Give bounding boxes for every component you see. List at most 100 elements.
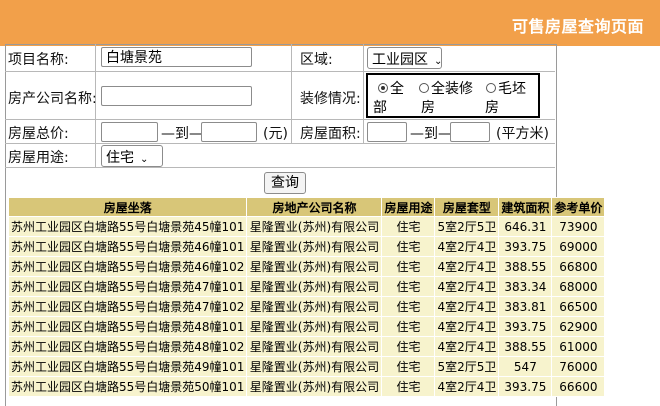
cell-layout: 4室2厅4卫 [434,276,500,297]
usage-select[interactable]: 住宅 ⌄ [101,145,163,167]
cell-usage: 住宅 [381,256,436,277]
column-header-usage[interactable]: 房屋用途 [381,197,436,217]
cell-layout: 4室2厅4卫 [434,256,500,277]
cell-layout: 4室2厅4卫 [434,376,500,397]
column-header-developer[interactable]: 房地产公司名称 [246,197,383,217]
cell-layout: 4室2厅4卫 [434,336,500,357]
decoration-radio-group: 全 部 全装修 房 毛坯 房 [366,73,540,118]
cell-area: 388.55 [498,256,553,277]
cell-location[interactable]: 苏州工业园区白塘路55号白塘景苑46幢102 [7,256,248,277]
table-row[interactable]: 苏州工业园区白塘路55号白塘景苑47幢101 星隆置业(苏州)有限公司 住宅 4室2厅… [7,276,606,297]
project-name-input[interactable] [101,47,252,67]
developer-label: 房产公司名称: [8,91,97,107]
cell-usage: 住宅 [381,236,436,257]
decoration-option-furnished-wrap: 房 [421,100,435,116]
column-header-location[interactable]: 房屋坐落 [7,197,248,217]
cell-layout: 4室2厅4卫 [434,236,500,257]
cell-location[interactable]: 苏州工业园区白塘路55号白塘景苑45幢101 [7,216,248,237]
cell-price: 68000 [551,276,606,297]
cell-layout: 5室2厅5卫 [434,356,500,377]
cell-area: 393.75 [498,236,553,257]
cell-developer: 星隆置业(苏州)有限公司 [246,256,383,277]
table-row[interactable]: 苏州工业园区白塘路55号白塘景苑46幢102 星隆置业(苏州)有限公司 住宅 4室2厅… [7,256,606,277]
table-row[interactable]: 苏州工业园区白塘路55号白塘景苑48幢102 星隆置业(苏州)有限公司 住宅 4室2厅… [7,336,606,357]
table-row[interactable]: 苏州工业园区白塘路55号白塘景苑47幢102 星隆置业(苏州)有限公司 住宅 4室2厅… [7,296,606,317]
cell-developer: 星隆置业(苏州)有限公司 [246,336,383,357]
radio-icon [486,83,496,93]
decoration-label: 装修情况: [300,91,361,107]
district-select[interactable]: 工业园区 ⌄ [367,47,442,69]
cell-location[interactable]: 苏州工业园区白塘路55号白塘景苑46幢101 [7,236,248,257]
form-row-1 [5,44,555,72]
table-header-row: 房屋坐落 房地产公司名称 房屋用途 房屋套型 建筑面积 参考单价 [7,197,606,217]
cell-layout: 5室2厅5卫 [434,216,500,237]
cell-developer: 星隆置业(苏州)有限公司 [246,236,383,257]
cell-usage: 住宅 [381,276,436,297]
cell-area: 393.75 [498,376,553,397]
chevron-down-icon: ⌄ [434,56,443,67]
cell-layout: 4室2厅4卫 [434,316,500,337]
cell-usage: 住宅 [381,356,436,377]
table-row[interactable]: 苏州工业园区白塘路55号白塘景苑49幢101 星隆置业(苏州)有限公司 住宅 5室2厅… [7,356,606,377]
usage-label: 房屋用途: [8,150,69,166]
cell-area: 383.34 [498,276,553,297]
page-title: 可售房屋查询页面 [511,17,644,36]
price-min-input[interactable] [101,122,158,142]
area-unit: (平方米) [496,126,549,142]
cell-location[interactable]: 苏州工业园区白塘路55号白塘景苑47幢101 [7,276,248,297]
cell-location[interactable]: 苏州工业园区白塘路55号白塘景苑48幢101 [7,316,248,337]
decoration-option-all-wrap: 部 [373,100,387,116]
price-label: 房屋总价: [8,126,69,142]
radio-selected-icon [378,83,388,93]
cell-location[interactable]: 苏州工业园区白塘路55号白塘景苑49幢101 [7,356,248,377]
cell-usage: 住宅 [381,296,436,317]
project-name-label: 项目名称: [8,52,69,68]
cell-usage: 住宅 [381,376,436,397]
table-row[interactable]: 苏州工业园区白塘路55号白塘景苑46幢101 星隆置业(苏州)有限公司 住宅 4室2厅… [7,236,606,257]
column-header-area[interactable]: 建筑面积 [498,197,553,217]
decoration-option-furnished[interactable]: 全装修 [419,78,473,98]
cell-area: 646.31 [498,216,553,237]
decoration-option-rough[interactable]: 毛坯 [486,78,526,98]
cell-price: 62900 [551,316,606,337]
cell-usage: 住宅 [381,316,436,337]
price-max-input[interactable] [201,122,257,142]
cell-developer: 星隆置业(苏州)有限公司 [246,376,383,397]
cell-price: 66800 [551,256,606,277]
area-max-input[interactable] [450,122,490,142]
column-header-layout[interactable]: 房屋套型 [434,197,500,217]
cell-location[interactable]: 苏州工业园区白塘路55号白塘景苑47幢102 [7,296,248,317]
header-bar: 可售房屋查询页面 [0,0,660,46]
district-label: 区域: [300,52,333,68]
cell-location[interactable]: 苏州工业园区白塘路55号白塘景苑48幢102 [7,336,248,357]
cell-area: 547 [498,356,553,377]
cell-price: 73900 [551,216,606,237]
search-button[interactable]: 查询 [264,172,306,194]
table-row[interactable]: 苏州工业园区白塘路55号白塘景苑48幢101 星隆置业(苏州)有限公司 住宅 4室2厅… [7,316,606,337]
price-unit: (元) [263,126,288,142]
developer-input[interactable] [101,86,252,106]
cell-developer: 星隆置业(苏州)有限公司 [246,216,383,237]
cell-price: 69000 [551,236,606,257]
radio-icon [419,83,429,93]
cell-location[interactable]: 苏州工业园区白塘路55号白塘景苑50幢101 [7,376,248,397]
cell-price: 76000 [551,356,606,377]
cell-developer: 星隆置业(苏州)有限公司 [246,276,383,297]
table-row[interactable]: 苏州工业园区白塘路55号白塘景苑45幢101 星隆置业(苏州)有限公司 住宅 5室2厅… [7,216,606,237]
form-row-4 [5,144,555,168]
area-label: 房屋面积: [300,126,361,142]
cell-layout: 4室2厅4卫 [434,296,500,317]
area-to-label: —到— [410,126,452,142]
cell-developer: 星隆置业(苏州)有限公司 [246,316,383,337]
cell-usage: 住宅 [381,216,436,237]
decoration-option-all[interactable]: 全 [378,78,404,98]
column-header-price[interactable]: 参考单价 [551,197,606,217]
price-to-label: —到— [161,126,203,142]
chevron-down-icon: ⌄ [140,154,149,165]
cell-developer: 星隆置业(苏州)有限公司 [246,356,383,377]
area-min-input[interactable] [367,122,407,142]
table-row[interactable]: 苏州工业园区白塘路55号白塘景苑50幢101 星隆置业(苏州)有限公司 住宅 4室2厅… [7,376,606,397]
results-table: 房屋坐落 房地产公司名称 房屋用途 房屋套型 建筑面积 参考单价 苏州工业园区白… [7,197,606,397]
cell-area: 388.55 [498,336,553,357]
cell-price: 66500 [551,296,606,317]
